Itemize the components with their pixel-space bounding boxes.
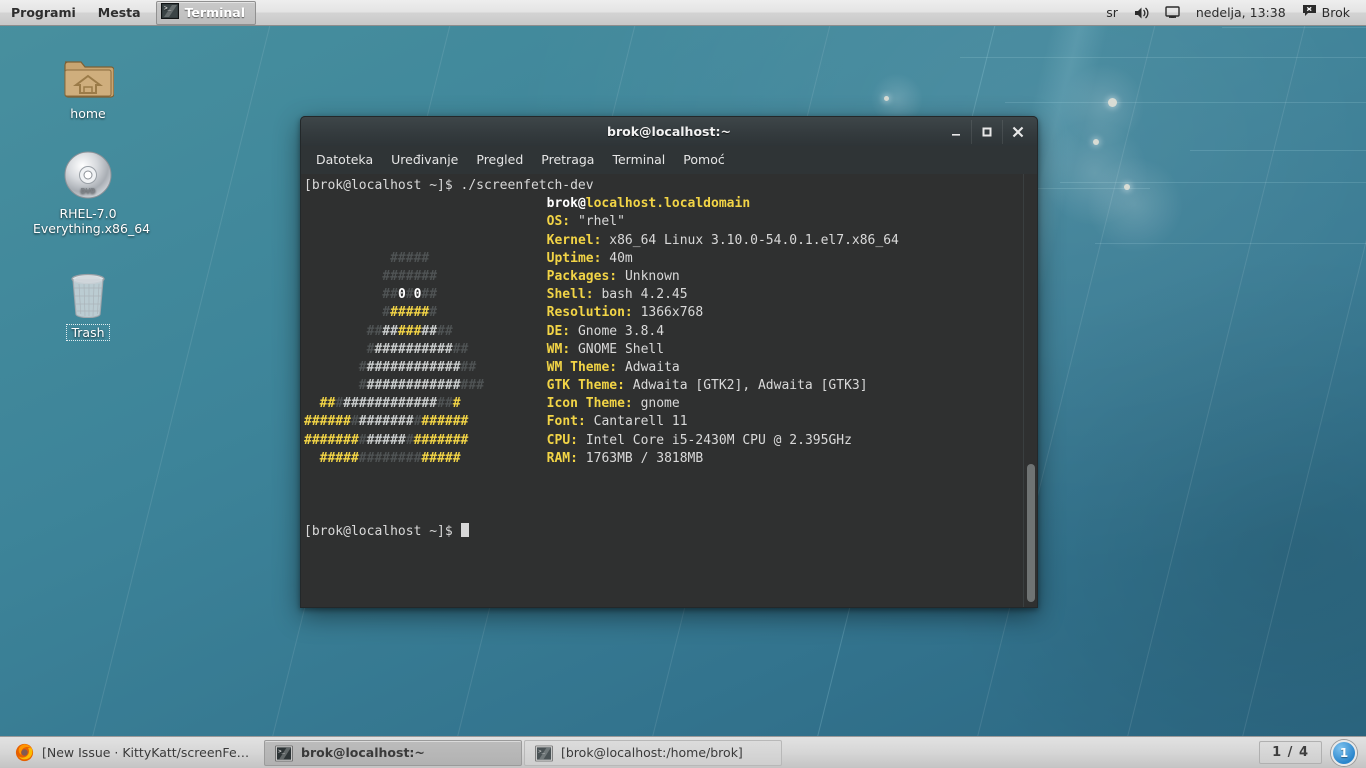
terminal-line: ################ GTK Theme: Adwaita [GTK… xyxy=(358,378,868,394)
terminal-line: ##################### Font: Cantarell 11 xyxy=(304,414,688,430)
terminal-titlebar[interactable]: brok@localhost:~ xyxy=(300,116,1038,146)
desktop-icon-trash[interactable]: Trash xyxy=(33,266,143,341)
maximize-icon[interactable] xyxy=(971,120,1002,144)
top-panel-window-button[interactable]: >_ Terminal xyxy=(155,0,256,25)
terminal-line: brok@localhost.localdomain xyxy=(546,196,751,212)
close-icon[interactable] xyxy=(1002,120,1033,144)
user-chat-icon xyxy=(1302,0,1317,26)
terminal-menubar: Datoteka Uređivanje Pregled Pretraga Ter… xyxy=(300,146,1038,174)
dvd-disc-icon: DVD xyxy=(33,148,143,200)
terminal-line: ####### Packages: Unknown xyxy=(382,268,680,284)
wallpaper-glow xyxy=(1085,155,1185,255)
terminal-line: ####### Resolution: 1366x768 xyxy=(382,305,704,321)
workspace-switcher: 1 / 4 1 xyxy=(1259,739,1366,766)
terminal-line: ############# WM: GNOME Shell xyxy=(366,341,665,357)
menu-pretraga[interactable]: Pretraga xyxy=(532,149,603,171)
user-name: Brok xyxy=(1321,4,1350,20)
display-icon[interactable] xyxy=(1157,0,1188,26)
svg-text:DVD: DVD xyxy=(81,188,96,195)
taskbar-button-label: [New Issue · KittyKatt/screenFet... xyxy=(42,745,251,760)
taskbar-button-label: brok@localhost:~ xyxy=(301,745,425,760)
terminal-icon: >_ xyxy=(275,744,293,762)
terminal-window[interactable]: brok@localhost:~ Datoteka Uređivanje Pre… xyxy=(300,116,1038,608)
wallpaper-dot xyxy=(1124,184,1130,190)
taskbar-firefox[interactable]: [New Issue · KittyKatt/screenFet... xyxy=(4,740,262,766)
menu-pregled[interactable]: Pregled xyxy=(467,149,532,171)
terminal-scrollbar[interactable] xyxy=(1023,174,1036,607)
taskbar-button-label: [brok@localhost:/home/brok] xyxy=(561,745,743,760)
terminal-line: ##### Uptime: 40m xyxy=(390,250,633,266)
wallpaper-line xyxy=(1222,27,1366,28)
wallpaper-dot xyxy=(1093,139,1099,145)
menu-pomoc[interactable]: Pomoć xyxy=(674,149,733,171)
desktop-icon-label: Trash xyxy=(66,324,110,341)
terminal-scrollbar-thumb[interactable] xyxy=(1027,464,1035,602)
places-menu[interactable]: Mesta xyxy=(87,0,152,26)
wallpaper-line xyxy=(960,57,1366,58)
desktop-icon-rhel-dvd[interactable]: DVD RHEL-7.0 Everything.x86_64 xyxy=(33,148,151,236)
trash-icon xyxy=(33,266,143,318)
minimize-icon[interactable] xyxy=(941,120,971,144)
firefox-icon xyxy=(15,743,34,762)
terminal-line: OS: "rhel" xyxy=(546,214,625,230)
terminal-line: [brok@localhost ~]$ xyxy=(304,522,899,541)
terminal-cursor xyxy=(460,522,469,537)
desktop-icon-home[interactable]: home xyxy=(33,48,143,121)
terminal-icon: >_ xyxy=(535,744,553,762)
wallpaper-dot xyxy=(884,96,889,101)
menu-datoteka[interactable]: Datoteka xyxy=(307,149,382,171)
menu-uredjivanje[interactable]: Uređivanje xyxy=(382,149,467,171)
desktop-icon-label: home xyxy=(70,106,106,121)
terminal-line: ################## Icon Theme: gnome xyxy=(319,396,680,412)
wallpaper-line xyxy=(1190,150,1366,151)
top-panel-window-label: Terminal xyxy=(184,5,245,20)
terminal-icon: >_ xyxy=(160,3,179,22)
terminal-line: [brok@localhost ~]$ ./screenfetch-dev xyxy=(304,178,594,193)
terminal-line: ##################### CPU: Intel Core i5… xyxy=(304,432,852,448)
volume-icon[interactable] xyxy=(1126,0,1157,26)
terminal-output: [brok@localhost ~]$ ./screenfetch-dev br… xyxy=(304,177,899,541)
terminal-line: Kernel: x86_64 Linux 3.10.0-54.0.1.el7.x… xyxy=(546,232,899,248)
applications-menu[interactable]: Programi xyxy=(0,0,87,26)
taskbar: [New Issue · KittyKatt/screenFet... >_ b… xyxy=(0,736,1366,768)
taskbar-files[interactable]: >_ [brok@localhost:/home/brok] xyxy=(524,739,782,766)
clock[interactable]: nedelja, 13:38 xyxy=(1188,0,1294,26)
terminal-title: brok@localhost:~ xyxy=(607,124,731,139)
user-menu[interactable]: Brok xyxy=(1294,0,1358,26)
top-panel: Programi Mesta >_ Terminal sr nedelja, 1… xyxy=(0,0,1366,26)
terminal-line: ##0#0## Shell: bash 4.2.45 xyxy=(382,287,688,303)
taskbar-terminal[interactable]: >_ brok@localhost:~ xyxy=(264,739,522,766)
terminal-line: ########### DE: Gnome 3.8.4 xyxy=(366,323,665,339)
menu-terminal[interactable]: Terminal xyxy=(603,149,674,171)
window-controls xyxy=(941,120,1033,144)
top-panel-status-area: sr nedelja, 13:38 Brok xyxy=(1098,0,1366,26)
folder-home-icon xyxy=(33,48,143,100)
keyboard-layout-indicator[interactable]: sr xyxy=(1098,0,1126,26)
desktop-icon-label: RHEL-7.0 Everything.x86_64 xyxy=(33,206,151,236)
terminal-line: ############### WM Theme: Adwaita xyxy=(358,359,680,375)
terminal-body[interactable]: [brok@localhost ~]$ ./screenfetch-dev br… xyxy=(300,174,1038,608)
keyboard-layout-label: sr xyxy=(1106,4,1118,20)
wallpaper-dot xyxy=(1108,98,1117,107)
workspace-badge[interactable]: 1 xyxy=(1331,739,1357,766)
workspace-pager-label[interactable]: 1 / 4 xyxy=(1259,741,1322,764)
terminal-line: ################## RAM: 1763MB / 3818MB xyxy=(319,450,704,466)
